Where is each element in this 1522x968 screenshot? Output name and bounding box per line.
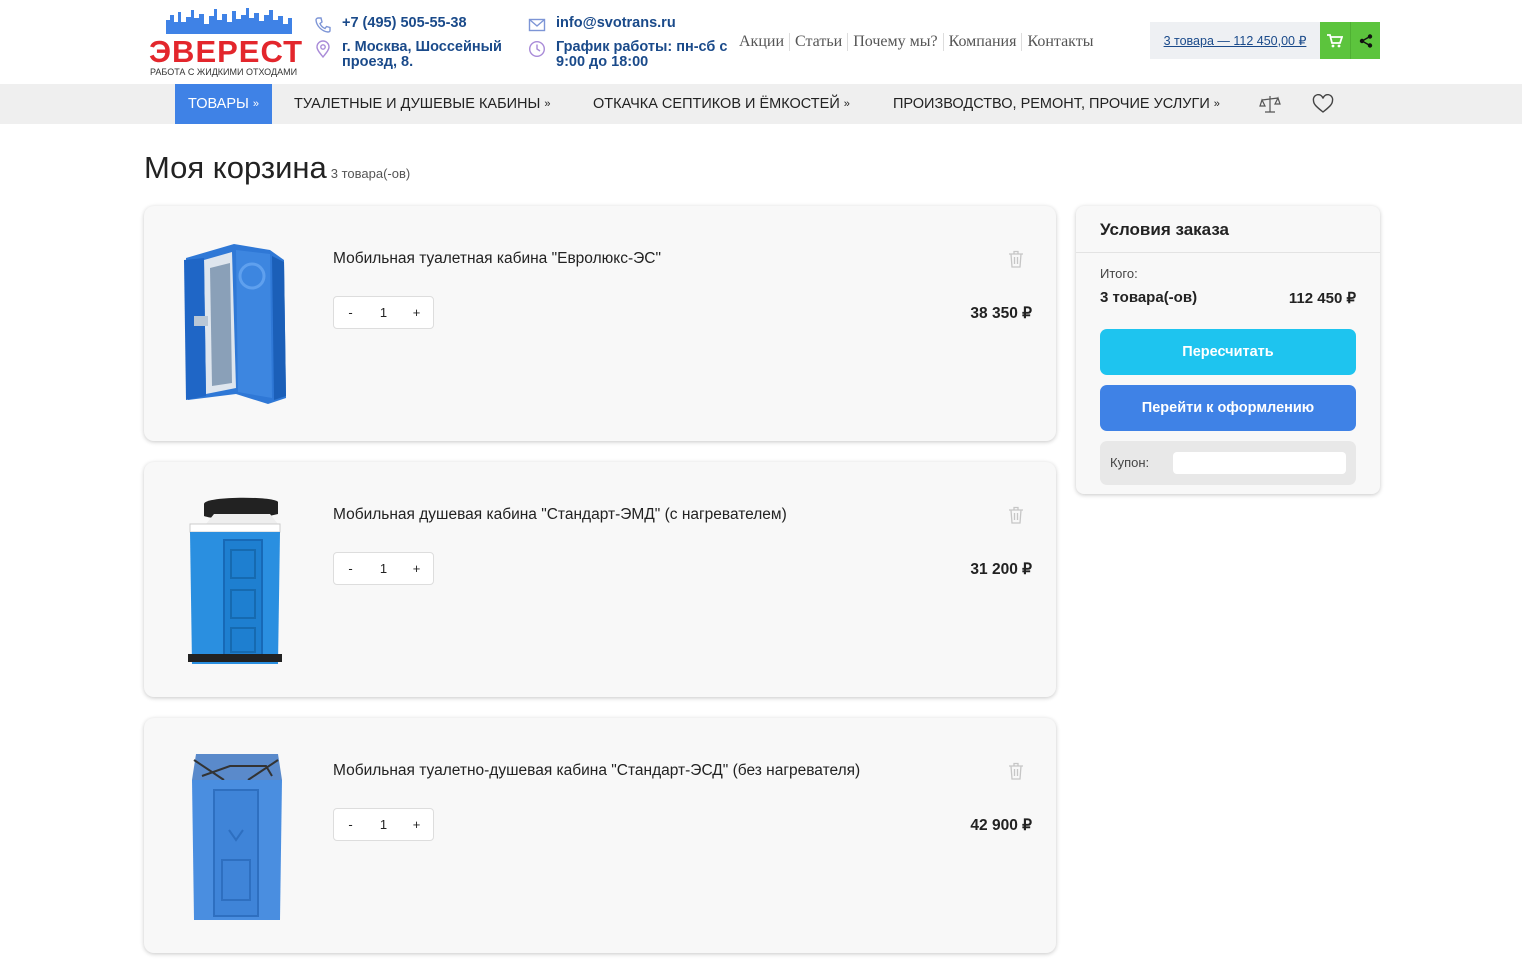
header-phone[interactable]: +7 (495) 505-55-38 [314,16,467,34]
page-title-text: Моя корзина [144,150,327,185]
heart-icon [1312,94,1334,113]
compare-icon [1259,96,1281,113]
menu-services[interactable]: ПРОИЗВОДСТВО, РЕМОНТ, ПРОЧИЕ УСЛУГИ» [893,84,1220,124]
quantity-increase-button[interactable]: + [400,561,433,576]
menu-products[interactable]: ТОВАРЫ» [175,84,272,124]
quantity-decrease-button[interactable]: - [334,561,367,576]
chevron-down-icon: » [1213,98,1220,110]
summary-title: Условия заказа [1076,206,1380,253]
quantity-stepper: - 1 + [333,552,434,585]
recalculate-button[interactable]: Пересчитать [1100,329,1356,375]
quantity-decrease-button[interactable]: - [334,817,367,832]
quantity-stepper: - 1 + [333,296,434,329]
cart-item: Мобильная туалетная кабина "Евролюкс-ЭС"… [144,206,1056,441]
coupon-box: Купон: [1100,441,1356,485]
main-menu: ТОВАРЫ» ТУАЛЕТНЫЕ И ДУШЕВЫЕ КАБИНЫ» ОТКА… [0,84,1522,124]
site-logo[interactable]: ЭВЕРЕСТ РАБОТА С ЖИДКИМИ ОТХОДАМИ [146,6,302,80]
quantity-value[interactable]: 1 [367,305,400,320]
menu-pumping[interactable]: ОТКАЧКА СЕПТИКОВ И ЁМКОСТЕЙ» [593,84,850,124]
clock-icon [528,40,546,58]
total-count: 3 товара(-ов) [1100,289,1198,306]
quantity-value[interactable]: 1 [367,817,400,832]
item-price: 38 350 ₽ [970,305,1032,322]
checkout-button[interactable]: Перейти к оформлению [1100,385,1356,431]
cart-count: 3 товара(-ов) [330,166,411,181]
logo-text: ЭВЕРЕСТ [149,34,304,69]
compare-button[interactable] [1259,84,1281,124]
item-price: 31 200 ₽ [970,561,1032,578]
phone-icon [315,17,331,33]
quantity-value[interactable]: 1 [367,561,400,576]
logo-subtitle: РАБОТА С ЖИДКИМИ ОТХОДАМИ [150,67,298,77]
cart-button[interactable] [1320,22,1350,59]
header-cart: 3 товара — 112 450,00 ₽ [1150,22,1380,59]
page-title: Моя корзина 3 товара(-ов) [144,150,410,186]
menu-cabins-label: ТУАЛЕТНЫЕ И ДУШЕВЫЕ КАБИНЫ [294,96,541,112]
menu-pumping-label: ОТКАЧКА СЕПТИКОВ И ЁМКОСТЕЙ [593,96,840,112]
top-nav: Акции Статьи Почему мы? Компания Контакт… [734,33,1098,51]
quantity-increase-button[interactable]: + [400,305,433,320]
quantity-stepper: - 1 + [333,808,434,841]
toilet-shower-cabin-image [192,754,282,920]
address-text: г. Москва, Шоссейный проезд, 8. [342,39,502,70]
quantity-increase-button[interactable]: + [400,817,433,832]
city-skyline-icon [166,8,292,34]
quantity-decrease-button[interactable]: - [334,305,367,320]
cart-item: Мобильная туалетно-душевая кабина "Станд… [144,718,1056,953]
chevron-down-icon: » [252,98,259,110]
share-button[interactable] [1350,22,1380,59]
nav-company[interactable]: Компания [944,33,1023,51]
item-name[interactable]: Мобильная туалетно-душевая кабина "Станд… [333,762,860,780]
trash-icon[interactable] [1008,506,1024,524]
location-pin-icon [316,40,330,58]
favorites-button[interactable] [1312,84,1334,124]
menu-cabins[interactable]: ТУАЛЕТНЫЕ И ДУШЕВЫЕ КАБИНЫ» [294,84,550,124]
mail-icon [528,18,546,32]
nav-why-us[interactable]: Почему мы? [848,33,944,51]
toilet-cabin-image [184,244,286,404]
chevron-down-icon: » [544,98,551,110]
header-hours: График работы: пн-сб с 9:00 до 18:00 [528,40,728,70]
header-email[interactable]: info@svotrans.ru [528,16,676,34]
hours-text: График работы: пн-сб с 9:00 до 18:00 [556,39,728,70]
total-label: Итого: [1100,266,1138,281]
page: ЭВЕРЕСТ РАБОТА С ЖИДКИМИ ОТХОДАМИ +7 (49… [0,0,1522,968]
cart-icon [1327,33,1343,47]
nav-promotions[interactable]: Акции [734,33,791,51]
nav-contacts[interactable]: Контакты [1022,33,1098,51]
trash-icon[interactable] [1008,250,1024,268]
cart-summary-link[interactable]: 3 товара — 112 450,00 ₽ [1150,33,1320,48]
coupon-label: Купон: [1110,455,1150,470]
item-name[interactable]: Мобильная туалетная кабина "Евролюкс-ЭС" [333,250,661,268]
email-address: info@svotrans.ru [556,15,676,31]
header-address: г. Москва, Шоссейный проезд, 8. [314,40,512,70]
menu-services-label: ПРОИЗВОДСТВО, РЕМОНТ, ПРОЧИЕ УСЛУГИ [893,96,1210,112]
shower-cabin-image [188,497,282,664]
item-price: 42 900 ₽ [970,817,1032,834]
cart-item: Мобильная душевая кабина "Стандарт-ЭМД" … [144,462,1056,697]
item-name[interactable]: Мобильная душевая кабина "Стандарт-ЭМД" … [333,506,787,524]
share-icon [1359,33,1372,48]
site-header: ЭВЕРЕСТ РАБОТА С ЖИДКИМИ ОТХОДАМИ +7 (49… [0,0,1522,84]
coupon-input[interactable] [1173,452,1346,474]
order-summary: Условия заказа Итого: 3 товара(-ов) 112 … [1076,206,1380,494]
phone-number: +7 (495) 505-55-38 [342,15,467,31]
nav-articles[interactable]: Статьи [790,33,849,51]
chevron-down-icon: » [843,98,850,110]
menu-products-label: ТОВАРЫ [188,96,249,112]
total-price: 112 450 ₽ [1288,290,1356,307]
trash-icon[interactable] [1008,762,1024,780]
